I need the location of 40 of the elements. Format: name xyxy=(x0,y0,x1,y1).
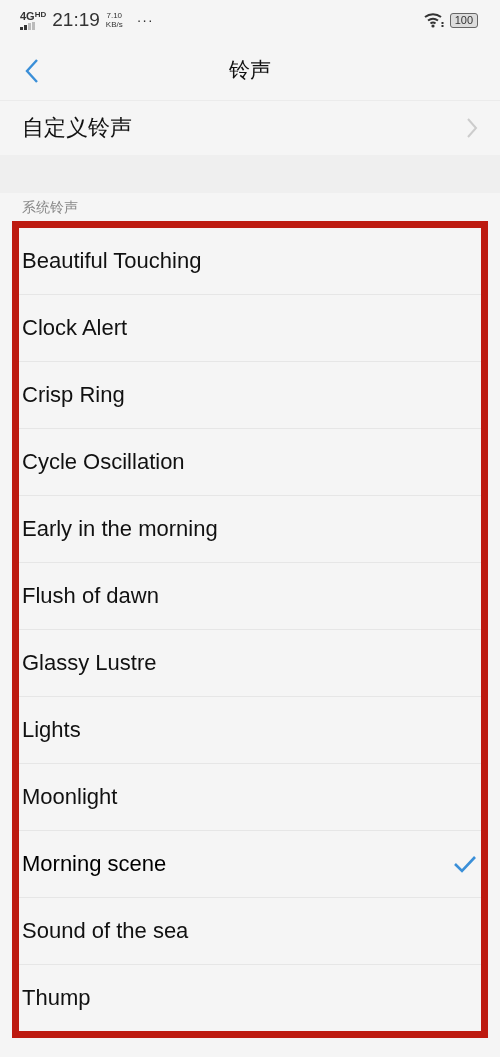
ringtone-name: Thump xyxy=(22,985,91,1011)
section-header: 系统铃声 xyxy=(22,199,78,217)
signal-icon xyxy=(20,21,36,30)
ringtone-item[interactable]: Glassy Lustre xyxy=(19,630,481,697)
ringtone-name: Flush of dawn xyxy=(22,583,159,609)
network-speed: 7.10 xyxy=(106,11,123,20)
chevron-icon xyxy=(466,117,478,139)
ringtone-name: Clock Alert xyxy=(22,315,128,341)
ringtone-item[interactable]: Cycle Oscillation xyxy=(19,429,481,496)
back-icon[interactable] xyxy=(24,58,40,84)
network-type: 4G xyxy=(20,10,35,22)
ringtone-name: Early in the morning xyxy=(22,516,218,542)
hd-label: HD xyxy=(34,10,47,19)
page-title: 铃声 xyxy=(229,57,271,83)
battery-level: 100 xyxy=(449,12,478,28)
ringtone-name: Crisp Ring xyxy=(22,382,125,408)
more-notifications: ··· xyxy=(136,12,154,28)
checkmark-icon xyxy=(453,855,477,873)
ringtone-item[interactable]: Clock Alert xyxy=(19,295,481,362)
ringtone-item[interactable]: Sound of the sea xyxy=(19,898,481,965)
speed-unit: KB/s xyxy=(105,20,123,29)
ringtone-item[interactable]: Thump xyxy=(19,965,481,1031)
ringtone-name: Beautiful Touching xyxy=(22,248,202,274)
custom-ringtone-label: 自定义铃声 xyxy=(22,114,132,142)
wifi-icon xyxy=(423,12,444,28)
ringtone-item[interactable]: Lights xyxy=(19,697,481,764)
ringtone-name: Moonlight xyxy=(22,784,118,810)
ringtone-name: Morning scene xyxy=(22,851,167,877)
clock-time: 21:19 xyxy=(52,9,100,31)
ringtone-item[interactable]: Morning scene xyxy=(19,831,481,898)
ringtone-name: Lights xyxy=(22,717,81,743)
ringtone-item[interactable]: Early in the morning xyxy=(19,496,481,563)
ringtone-name: Glassy Lustre xyxy=(22,650,157,676)
ringtone-item[interactable]: Crisp Ring xyxy=(19,362,481,429)
custom-ringtone-item[interactable]: 自定义铃声 xyxy=(0,101,500,155)
ringtone-item[interactable]: Beautiful Touching xyxy=(19,228,481,295)
ringtone-name: Sound of the sea xyxy=(22,918,189,944)
ringtone-item[interactable]: Moonlight xyxy=(19,764,481,831)
ringtone-name: Cycle Oscillation xyxy=(22,449,185,475)
ringtone-item[interactable]: Flush of dawn xyxy=(19,563,481,630)
